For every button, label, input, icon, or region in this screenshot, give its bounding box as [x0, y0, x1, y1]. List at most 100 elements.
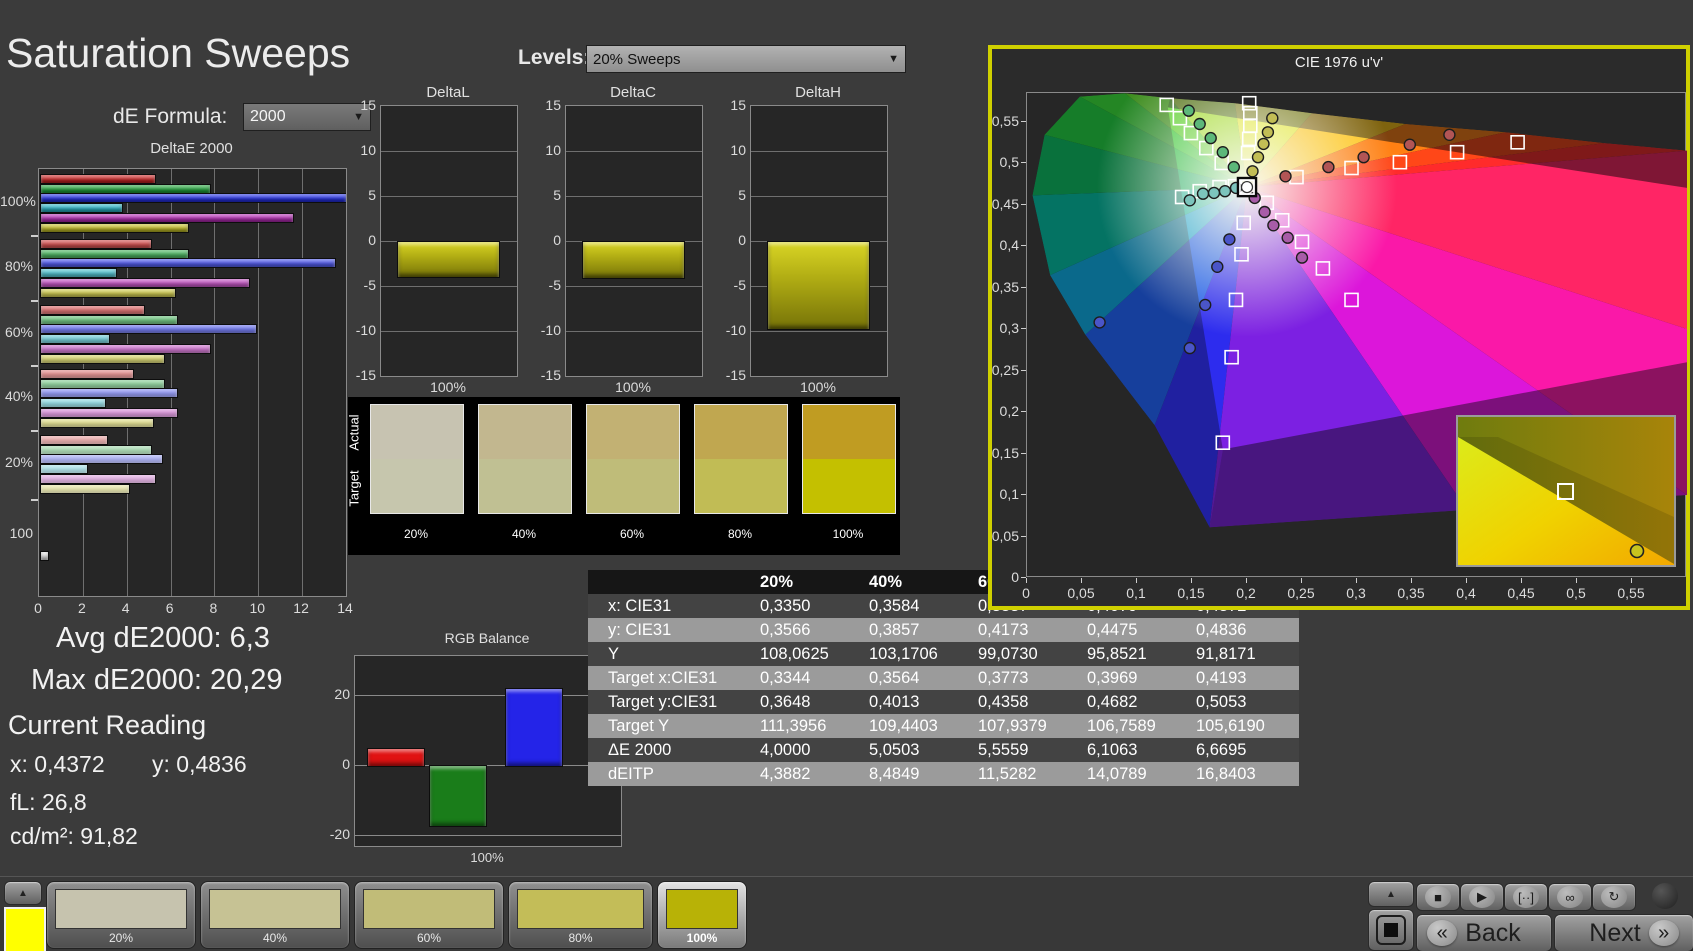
- level-button-60%[interactable]: 60%: [354, 881, 504, 949]
- table-cell: 103,1706: [863, 642, 972, 666]
- bottom-toolbar: ▲ 20% 40% 60% 80% 100% ▲ ■ ▶ [··] ∞ ↻ « …: [0, 876, 1693, 951]
- deltae-x-tick: 8: [209, 600, 218, 616]
- deltaC-y-tick: 0: [553, 232, 561, 248]
- row-gutter: [588, 666, 602, 690]
- table-cell: 108,0625: [754, 642, 863, 666]
- pattern-window-chip[interactable]: [4, 907, 46, 951]
- swatch-label: 80%: [727, 527, 753, 541]
- axis-tick: [1021, 452, 1026, 454]
- deltaL-y-tick: -5: [363, 277, 376, 293]
- level-button-100%[interactable]: 100%: [657, 881, 747, 949]
- gridline: [258, 169, 260, 596]
- deltaH-bar: [767, 241, 870, 331]
- deltae-x-tick: 0: [34, 600, 42, 616]
- deltaL-y-tick: 0: [368, 232, 376, 248]
- table-row: Y 108,0625 103,1706 99,0730 95,8521 91,8171: [588, 642, 1299, 666]
- pattern-collapse-button[interactable]: ▲: [4, 881, 42, 905]
- deltae-bar-blue: [40, 258, 336, 269]
- stop-button[interactable]: ■: [1416, 883, 1460, 911]
- next-button[interactable]: Next »: [1554, 914, 1693, 951]
- axis-tick: [1021, 577, 1026, 578]
- gridline: [381, 196, 517, 197]
- deltae-x-tick: 14: [337, 600, 353, 616]
- table-cell: 107,9379: [972, 714, 1081, 738]
- row-gutter: [588, 690, 602, 714]
- row-label: x: CIE31: [602, 594, 754, 618]
- level-label: 40%: [262, 931, 288, 945]
- cie-inset-svg: [1458, 417, 1674, 565]
- target-swatch: [587, 459, 679, 513]
- cie-x-tick: 0,25: [1287, 585, 1315, 601]
- avg-de2000: Avg dE2000: 6,3: [56, 622, 270, 654]
- deltaC-y-tick: -5: [548, 277, 561, 293]
- deltae-bar-cyan: [40, 203, 124, 214]
- level-button-40%[interactable]: 40%: [200, 881, 350, 949]
- table-cell: 0,5053: [1190, 690, 1299, 714]
- table-row: Target x:CIE31 0,3344 0,3564 0,3773 0,3969 0,…: [588, 666, 1299, 690]
- table-cell: 5,5559: [972, 738, 1081, 762]
- refresh-icon: ↻: [1601, 886, 1627, 908]
- cie-y-tick: 0,25: [991, 361, 1019, 378]
- table-cell: 0,3566: [754, 618, 863, 642]
- deltaH-y-tick: 0: [738, 232, 746, 248]
- frame-button[interactable]: [··]: [1504, 883, 1548, 911]
- deltae-bar-blue: [40, 193, 346, 204]
- cie-measured-marker-yellow: [1246, 165, 1259, 178]
- cie-measured-marker-magenta: [1267, 219, 1280, 232]
- meter-collapse-button[interactable]: ▲: [1368, 881, 1414, 907]
- reading-fl: fL: 26,8: [10, 789, 87, 815]
- cie-measured-marker-green: [1182, 104, 1195, 117]
- gridline: [355, 835, 621, 837]
- deltae-x-tick: 10: [249, 600, 266, 616]
- deltaC-y-tick: 15: [545, 97, 561, 113]
- row-label: ΔE 2000: [602, 738, 754, 762]
- deltae-category-label: 40%: [4, 388, 33, 404]
- swatch-pair-80%: [694, 404, 788, 514]
- rgb-bar-red: [367, 747, 425, 768]
- cie-x-tick: 0,55: [1617, 585, 1645, 601]
- cie-measured-marker-red: [1443, 128, 1456, 141]
- continuous-button[interactable]: ∞: [1548, 883, 1592, 911]
- cie-x-tick: 0,35: [1397, 585, 1425, 601]
- cie-measured-marker-red: [1357, 150, 1370, 164]
- deltaH-y-tick: -15: [725, 367, 746, 383]
- axis-tick: [1576, 578, 1577, 583]
- gridline: [355, 694, 621, 696]
- gridline: [751, 331, 887, 332]
- rgb-bar-blue: [505, 687, 563, 768]
- deltae-bar-magenta: [40, 277, 251, 288]
- axis-tick: [1191, 578, 1192, 583]
- play-button[interactable]: ▶: [1460, 883, 1504, 911]
- pattern-source-button[interactable]: [1368, 909, 1414, 951]
- row-label: Target y:CIE31: [602, 690, 754, 714]
- deltaL-title: DeltaL: [426, 84, 470, 101]
- level-button-20%[interactable]: 20%: [46, 881, 196, 949]
- level-button-80%[interactable]: 80%: [508, 881, 653, 949]
- table-cell: 99,0730: [972, 642, 1081, 666]
- levels-dropdown[interactable]: 20% Sweeps ▼: [586, 45, 906, 73]
- chevron-down-icon: ▼: [888, 53, 899, 65]
- rgb-y-tick: 0: [342, 756, 350, 773]
- back-button[interactable]: « Back: [1416, 914, 1552, 951]
- deltaL-y-tick: 15: [360, 97, 376, 113]
- cie-measured-marker-yellow: [1251, 150, 1265, 164]
- cie-x-tick: 0,5: [1566, 585, 1586, 601]
- gridline: [170, 169, 172, 596]
- deltae-x-tick: 2: [77, 600, 86, 616]
- axis-tick: [31, 430, 38, 432]
- deltaC-title: DeltaC: [610, 84, 656, 101]
- cie-y-tick: 0,5: [999, 154, 1019, 170]
- cie-y-tick: 0,35: [991, 278, 1019, 295]
- level-label: 100%: [686, 931, 718, 945]
- refresh-button[interactable]: ↻: [1592, 883, 1636, 911]
- axis-tick: [1356, 578, 1357, 583]
- deltaH-title: DeltaH: [795, 84, 841, 101]
- cie-x-tick: 0,05: [1067, 585, 1095, 601]
- row-gutter: [588, 618, 602, 642]
- axis-tick: [1081, 578, 1082, 583]
- deltae-bar-red: [40, 174, 156, 184]
- table-cell: 0,4682: [1081, 690, 1190, 714]
- table-cell: 0,4475: [1081, 618, 1190, 642]
- axis-tick: [1021, 162, 1026, 163]
- chevron-left-icon: «: [1427, 920, 1458, 946]
